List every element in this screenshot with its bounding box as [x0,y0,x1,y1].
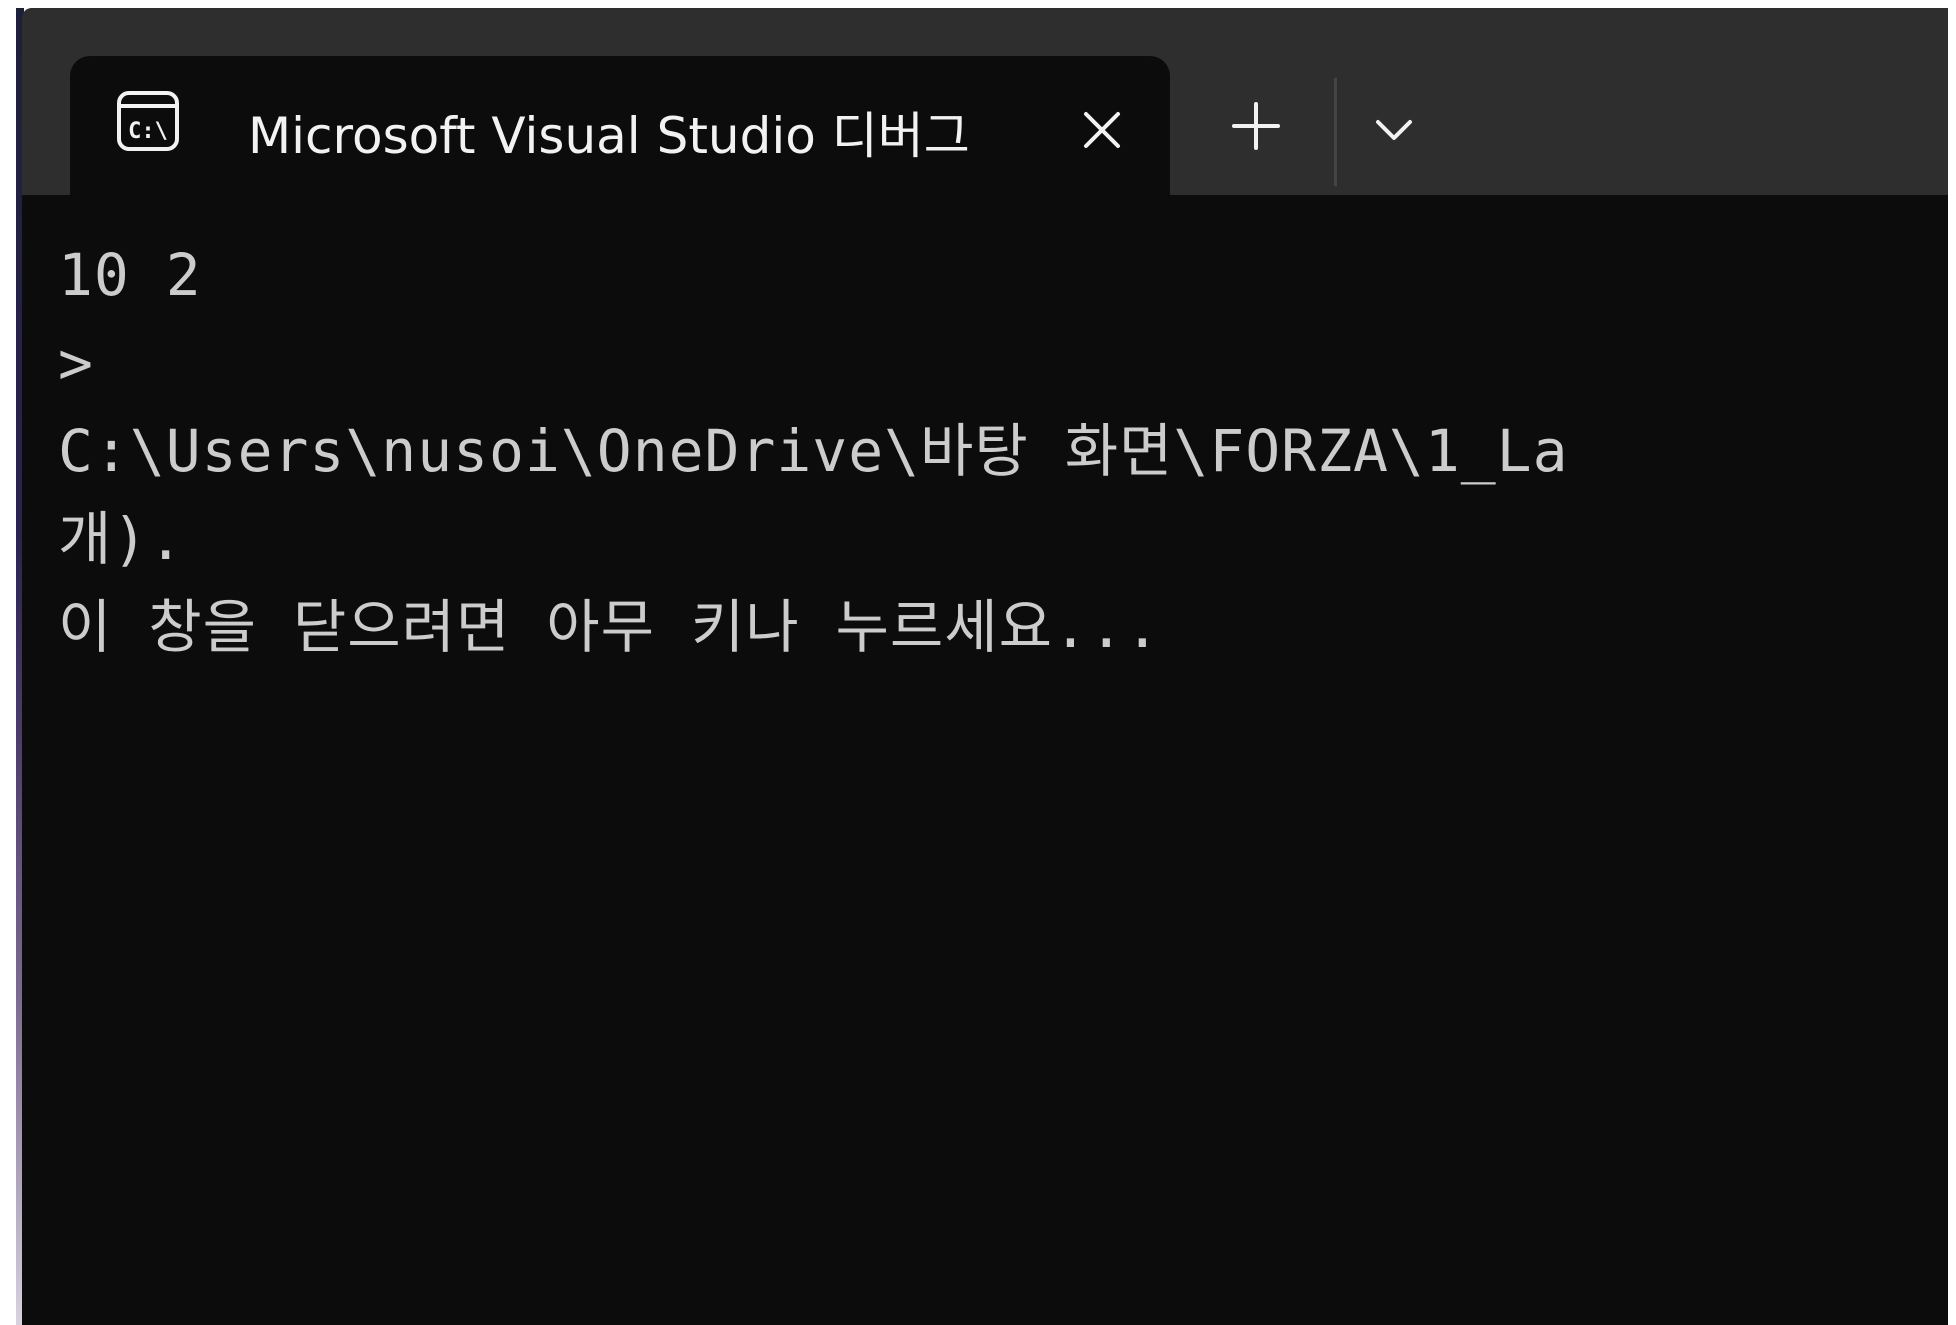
terminal-window: C:\ Microsoft Visual Studio 디버그 10 2 > C… [22,8,1948,1325]
console-line: 개). [58,505,185,573]
title-bar[interactable]: C:\ Microsoft Visual Studio 디버그 [22,8,1948,206]
tab-divider [1334,78,1337,186]
tab-title: Microsoft Visual Studio 디버그 [248,107,970,165]
chevron-down-icon[interactable] [1372,108,1416,152]
svg-text:C:\: C:\ [128,119,168,144]
console-line: 이 창을 닫으려면 아무 키나 누르세요... [58,593,1161,661]
console-line: > [58,329,94,397]
console-icon: C:\ [117,91,179,151]
plus-icon[interactable] [1230,100,1282,152]
tab-debug-console[interactable]: C:\ Microsoft Visual Studio 디버그 [70,56,1170,206]
console-line: 10 2 [58,241,202,309]
console-line: C:\Users\nusoi\OneDrive\바탕 화면\FORZA\1_La [58,417,1569,485]
close-icon[interactable] [1080,108,1124,152]
console-output[interactable]: 10 2 > C:\Users\nusoi\OneDrive\바탕 화면\FOR… [22,195,1948,1325]
